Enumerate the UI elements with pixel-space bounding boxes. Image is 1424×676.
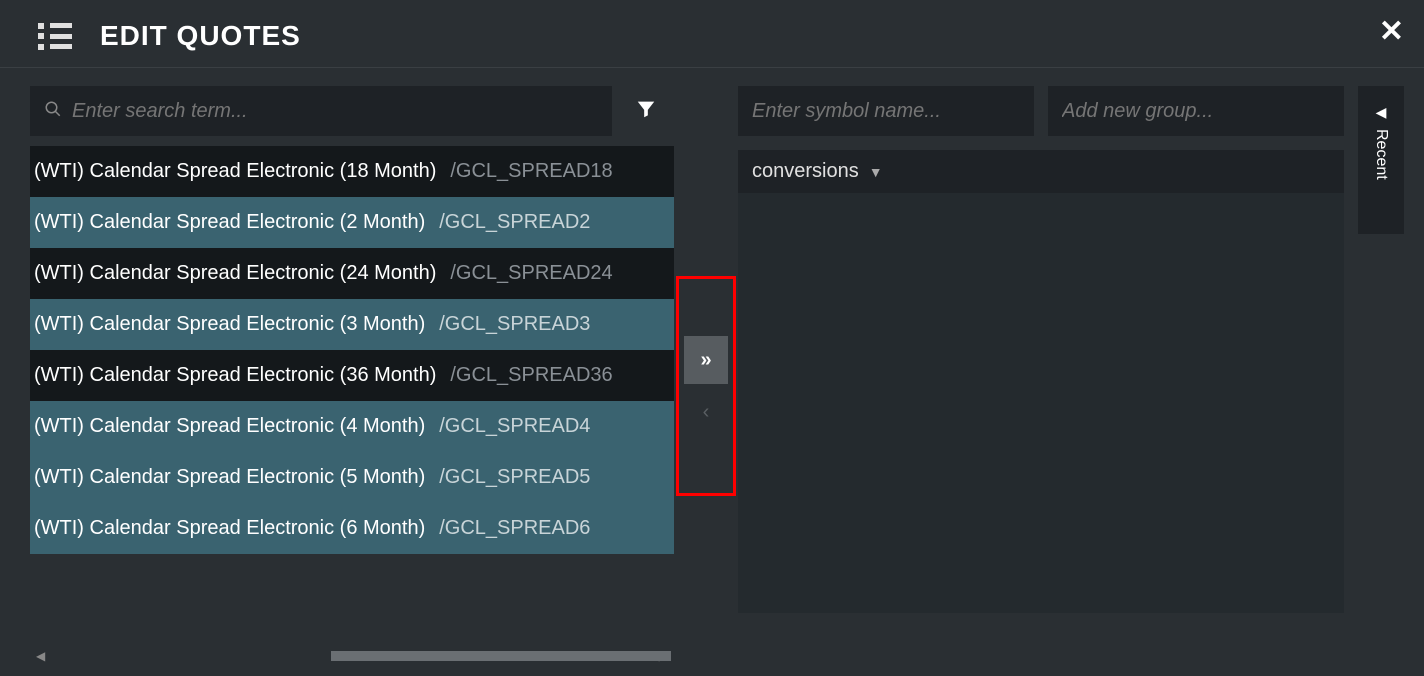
instrument-code: /GCL_SPREAD4 [439, 415, 590, 438]
add-group-input[interactable] [1048, 86, 1344, 136]
hscroll-thumb[interactable] [331, 651, 671, 661]
instrument-name: (WTI) Calendar Spread Electronic (36 Mon… [34, 364, 436, 387]
instrument-name: (WTI) Calendar Spread Electronic (6 Mont… [34, 517, 425, 540]
instrument-code: /GCL_SPREAD3 [439, 313, 590, 336]
instrument-name: (WTI) Calendar Spread Electronic (2 Mont… [34, 211, 425, 234]
list-item[interactable]: (WTI) Calendar Spread Electronic (24 Mon… [30, 248, 674, 299]
instrument-name: (WTI) Calendar Spread Electronic (18 Mon… [34, 160, 436, 183]
instrument-code: /GCL_SPREAD5 [439, 466, 590, 489]
list-item[interactable]: (WTI) Calendar Spread Electronic (3 Mont… [30, 299, 674, 350]
list-item[interactable]: (WTI) Calendar Spread Electronic (6 Mont… [30, 503, 674, 554]
scroll-left-icon[interactable]: ◀ [30, 649, 51, 663]
group-body [738, 193, 1344, 613]
instrument-code: /GCL_SPREAD18 [450, 160, 612, 183]
list-item[interactable]: (WTI) Calendar Spread Electronic (5 Mont… [30, 452, 674, 503]
add-all-button[interactable]: » [684, 336, 728, 384]
dialog-title: EDIT QUOTES [100, 20, 301, 52]
symbol-name-input[interactable] [738, 86, 1034, 136]
instrument-list: (WTI) Calendar Spread Electronic (18 Mon… [30, 146, 674, 596]
instrument-code: /GCL_SPREAD2 [439, 211, 590, 234]
list-item[interactable]: (WTI) Calendar Spread Electronic (4 Mont… [30, 401, 674, 452]
search-box[interactable] [30, 86, 612, 136]
instrument-name: (WTI) Calendar Spread Electronic (4 Mont… [34, 415, 425, 438]
funnel-icon [635, 98, 657, 125]
instrument-name: (WTI) Calendar Spread Electronic (5 Mont… [34, 466, 425, 489]
list-item[interactable]: (WTI) Calendar Spread Electronic (2 Mont… [30, 197, 674, 248]
list-item[interactable]: (WTI) Calendar Spread Electronic (18 Mon… [30, 146, 674, 197]
close-icon[interactable]: ✕ [1379, 14, 1404, 49]
list-menu-icon[interactable] [38, 23, 72, 49]
search-icon [44, 100, 62, 123]
caret-left-icon: ◀ [1376, 104, 1387, 121]
recent-panel[interactable]: ◀ Recent [1358, 86, 1404, 234]
instrument-name: (WTI) Calendar Spread Electronic (3 Mont… [34, 313, 425, 336]
recent-label: Recent [1372, 129, 1390, 180]
group-name: conversions [752, 160, 859, 183]
transfer-controls-highlight: » ‹ [676, 276, 736, 496]
caret-down-icon: ▼ [869, 164, 883, 180]
group-header[interactable]: conversions ▼ [738, 150, 1344, 193]
instrument-code: /GCL_SPREAD36 [450, 364, 612, 387]
search-input[interactable] [72, 100, 598, 123]
instrument-code: /GCL_SPREAD24 [450, 262, 612, 285]
list-item[interactable]: (WTI) Calendar Spread Electronic (36 Mon… [30, 350, 674, 401]
instrument-code: /GCL_SPREAD6 [439, 517, 590, 540]
instrument-name: (WTI) Calendar Spread Electronic (24 Mon… [34, 262, 436, 285]
horizontal-scrollbar[interactable]: ◀ ▶ [30, 648, 674, 664]
filter-button[interactable] [618, 86, 674, 136]
remove-button[interactable]: ‹ [684, 388, 728, 436]
